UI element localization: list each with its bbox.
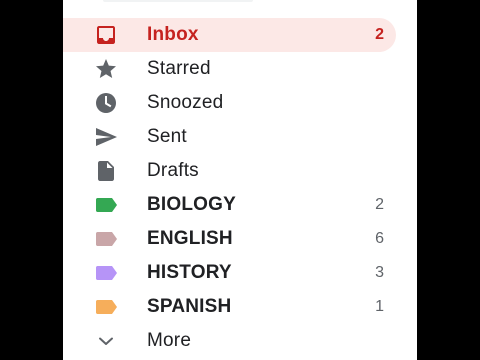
history-count: 3 bbox=[375, 264, 384, 281]
nav-item-label-spanish[interactable]: SPANISH 1 bbox=[63, 290, 396, 324]
nav-label-sent: Sent bbox=[147, 126, 187, 147]
nav-label-english: ENGLISH bbox=[147, 228, 233, 249]
send-icon bbox=[94, 125, 118, 149]
biology-count: 2 bbox=[375, 196, 384, 213]
nav-label-spanish: SPANISH bbox=[147, 296, 232, 317]
nav-item-label-history[interactable]: HISTORY 3 bbox=[63, 256, 396, 290]
clock-icon bbox=[94, 91, 118, 115]
label-tag-icon bbox=[94, 227, 118, 251]
inbox-icon bbox=[94, 23, 118, 47]
star-icon bbox=[94, 57, 118, 81]
nav-item-inbox[interactable]: Inbox 2 bbox=[63, 18, 396, 52]
label-tag-icon bbox=[94, 193, 118, 217]
chevron-down-icon bbox=[94, 329, 118, 353]
navigation-drawer: Inbox 2 Starred Snoozed Sent Drafts BIOL… bbox=[63, 0, 417, 360]
nav-label-snoozed: Snoozed bbox=[147, 92, 224, 113]
draft-icon bbox=[94, 159, 118, 183]
nav-item-label-english[interactable]: ENGLISH 6 bbox=[63, 222, 396, 256]
nav-item-sent[interactable]: Sent bbox=[63, 120, 396, 154]
nav-label-more: More bbox=[147, 330, 192, 351]
nav-item-snoozed[interactable]: Snoozed bbox=[63, 86, 396, 120]
nav-label-inbox: Inbox bbox=[147, 24, 199, 45]
label-tag-icon bbox=[94, 261, 118, 285]
english-count: 6 bbox=[375, 230, 384, 247]
spanish-count: 1 bbox=[375, 298, 384, 315]
nav-item-more[interactable]: More bbox=[63, 324, 396, 358]
label-tag-icon bbox=[94, 295, 118, 319]
nav-item-label-biology[interactable]: BIOLOGY 2 bbox=[63, 188, 396, 222]
drawer-top-edge bbox=[63, 0, 417, 3]
nav-label-starred: Starred bbox=[147, 58, 211, 79]
nav-item-starred[interactable]: Starred bbox=[63, 52, 396, 86]
nav-label-biology: BIOLOGY bbox=[147, 194, 237, 215]
inbox-unread-count: 2 bbox=[375, 26, 384, 43]
nav-item-drafts[interactable]: Drafts bbox=[63, 154, 396, 188]
nav-label-drafts: Drafts bbox=[147, 160, 199, 181]
nav-label-history: HISTORY bbox=[147, 262, 232, 283]
